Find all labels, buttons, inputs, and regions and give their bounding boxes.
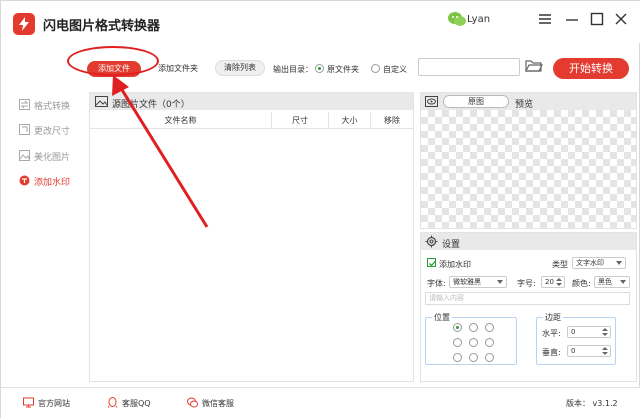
position-bottom-left[interactable] [453,353,462,362]
position-group: 位置 [425,312,517,365]
horizontal-label: 水平: [542,329,561,338]
app-window: 闪电图片格式转换器 Lyan 添加文件 添加文件夹 清除列表 输出目录： 原文件… [0,0,640,418]
position-top-right[interactable] [485,323,494,332]
preview-label: 预览 [515,100,534,110]
font-value: 微软雅黑 [453,278,481,286]
settings-title: 设置 [442,240,461,250]
column-header-remove[interactable]: 移除 [371,112,413,129]
position-bottom-right[interactable] [485,353,494,362]
position-label: 位置 [432,312,452,323]
column-header-size[interactable]: 大小 [329,112,371,129]
position-middle-left[interactable] [453,338,462,347]
preview-header: 原图 预览 [421,93,636,110]
title-bar: 闪电图片格式转换器 Lyan [1,1,640,43]
picture-icon [95,96,108,107]
settings-header: 设置 [421,233,636,250]
annotation-ellipse [67,46,159,76]
position-middle-right[interactable] [485,338,494,347]
footer: 官方网站 客服QQ 微信客服 版本： v3.1.2 [1,387,640,418]
source-folder-label: 原文件夹 [327,65,359,74]
app-title: 闪电图片格式转换器 [43,19,161,34]
sidebar-item-label: 更改尺寸 [34,127,71,137]
gear-icon [425,235,438,248]
minimize-icon[interactable] [564,11,580,27]
monitor-icon [23,397,34,408]
support-qq-label: 客服QQ [122,399,151,408]
add-watermark-checkbox[interactable] [427,258,436,267]
font-select[interactable]: 微软雅黑 [449,276,507,288]
margin-label: 边距 [543,312,563,323]
sidebar-item-label: 格式转换 [34,102,71,112]
watermark-content-input[interactable]: 请输入内容 [425,292,630,305]
add-watermark-label: 添加水印 [439,260,471,269]
sidebar-item-label: 添加水印 [34,178,71,188]
official-website-label: 官方网站 [38,399,70,408]
sidebar-item-label: 美化图片 [34,153,71,163]
sidebar: 格式转换 更改尺寸 美化图片 添加水印 [1,91,85,381]
preview-panel: 原图 预览 [420,92,637,229]
vertical-margin-stepper[interactable]: 0 [567,345,611,357]
clear-list-button[interactable]: 清除列表 [215,60,265,76]
color-value: 黑色 [598,278,612,286]
wechat-icon [187,397,198,408]
output-path-input[interactable] [418,58,520,76]
qq-icon [107,397,118,408]
column-header-dimensions[interactable]: 尺寸 [272,112,329,129]
position-top-center[interactable] [469,323,478,332]
close-icon[interactable] [613,11,629,27]
preview-mode-select[interactable]: 原图 [443,95,509,108]
file-panel-header: 源图片文件（0个） [90,93,413,110]
color-label: 颜色: [572,279,591,288]
position-top-left[interactable] [453,323,462,332]
horizontal-margin-stepper[interactable]: 0 [567,326,611,338]
watermark-icon [19,175,30,186]
watermark-type-select[interactable]: 文字水印 [572,257,626,269]
source-folder-radio[interactable] [315,64,324,73]
vertical-label: 垂直: [542,348,561,357]
watermark-type-value: 文字水印 [576,259,604,267]
maximize-icon[interactable] [589,11,605,27]
output-dir-label: 输出目录： [273,65,313,74]
version-label: 版本： v3.1.2 [566,399,618,408]
font-label: 字体: [427,279,446,288]
image-icon [19,150,30,161]
settings-panel: 设置 添加水印 类型 文字水印 字体: 微软雅黑 字号: 20 颜色: 黑色 请… [420,232,637,382]
color-select[interactable]: 黑色 [594,276,630,288]
add-folder-button[interactable]: 添加文件夹 [151,61,205,77]
custom-folder-label: 自定义 [383,65,407,74]
custom-folder-radio[interactable] [371,64,380,73]
user-name[interactable]: Lyan [467,14,490,25]
folder-open-icon[interactable] [525,59,543,73]
support-wechat-label: 微信客服 [202,399,234,408]
file-panel-title: 源图片文件（0个） [112,100,190,110]
font-size-stepper[interactable]: 20 [541,276,565,288]
file-list-panel: 源图片文件（0个） 文件名称 尺寸 大小 移除 [89,92,414,382]
eye-icon [425,96,438,107]
menu-icon[interactable] [537,11,553,27]
column-header-name[interactable]: 文件名称 [90,112,272,129]
wechat-avatar-icon[interactable] [447,10,467,28]
preview-canvas [421,110,636,228]
horizontal-margin-value: 0 [571,328,576,336]
convert-icon [19,99,30,110]
app-logo-icon [13,13,35,35]
start-convert-button[interactable]: 开始转换 [553,58,629,79]
type-label: 类型 [552,260,568,269]
vertical-margin-value: 0 [571,347,576,355]
font-size-value: 20 [545,278,554,286]
resize-icon [19,124,30,135]
font-size-label: 字号: [517,279,536,288]
margin-group: 边距 水平: 0 垂直: 0 [536,312,616,365]
position-center[interactable] [469,338,478,347]
position-bottom-center[interactable] [469,353,478,362]
